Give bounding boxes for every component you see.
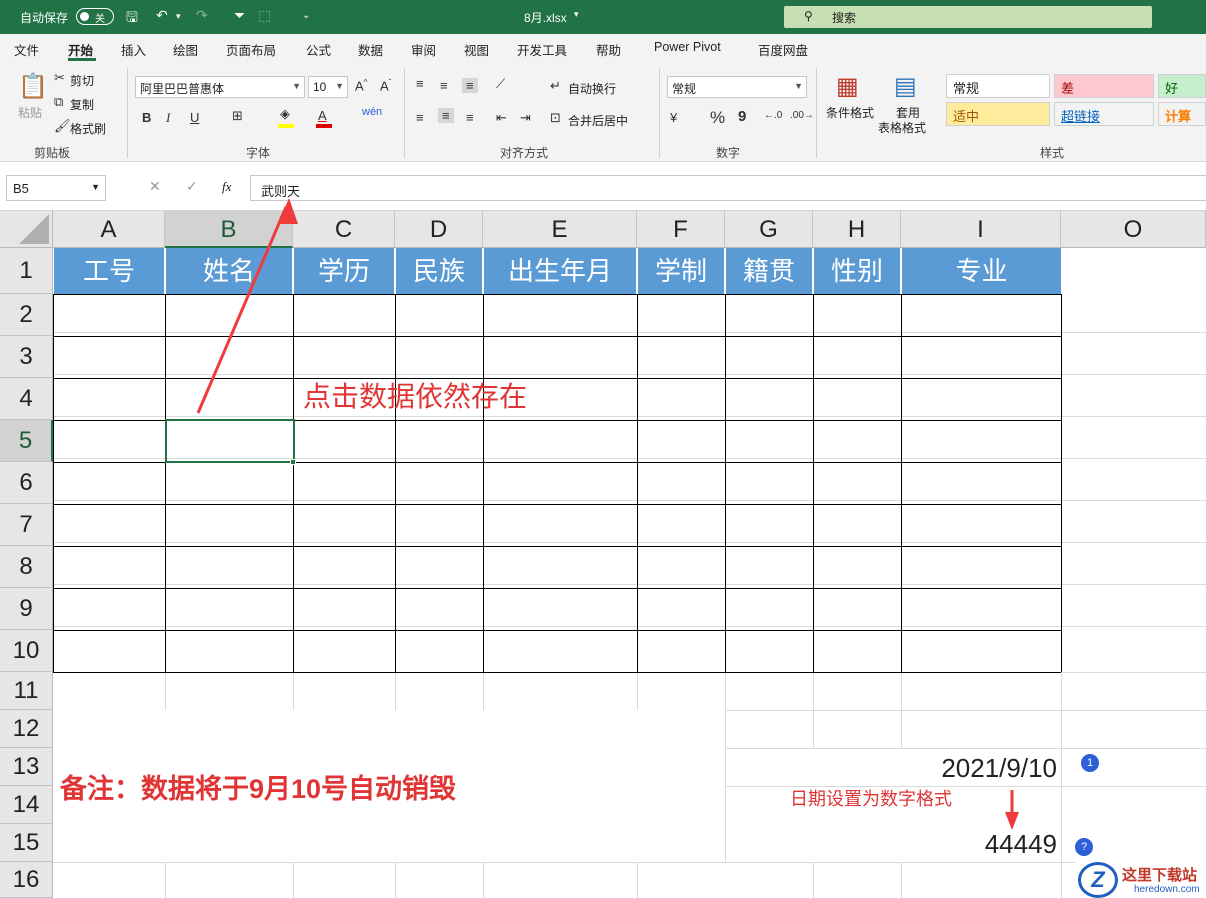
annotation-arrows [196,198,1019,830]
arrow-to-formula-bar [196,206,288,414]
arrow-head-icon [1005,812,1019,830]
arrow-head-icon [278,198,298,224]
